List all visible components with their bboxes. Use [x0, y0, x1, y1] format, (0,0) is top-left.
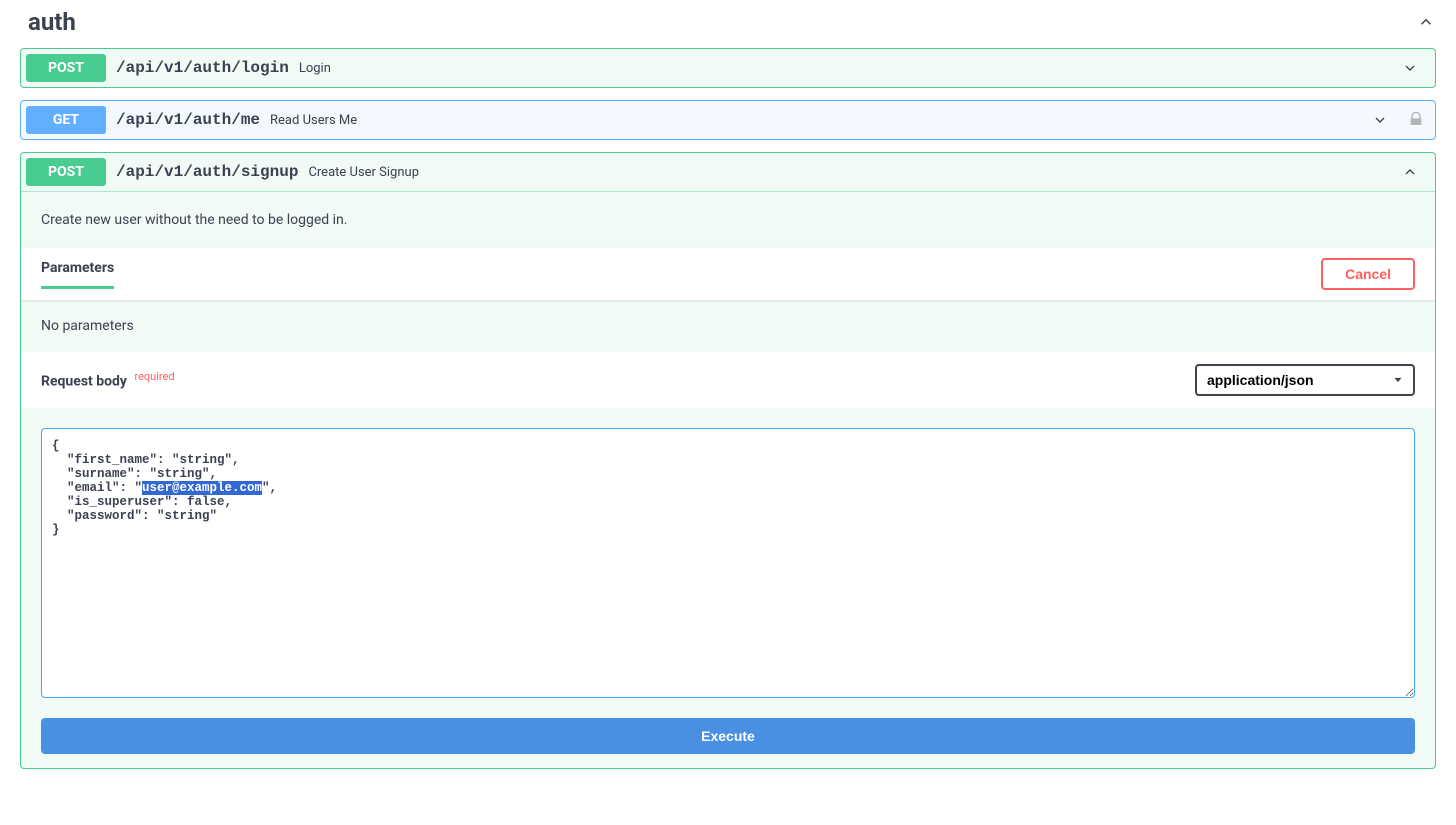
section-title: auth — [28, 8, 76, 36]
http-method-badge: POST — [26, 54, 106, 82]
endpoint-path: /api/v1/auth/signup — [106, 163, 308, 181]
endpoint-summary-text: Create User Signup — [308, 165, 419, 180]
parameters-header: Parameters Cancel — [21, 248, 1435, 300]
json-selected-text: user@example.com — [142, 481, 262, 495]
endpoint-path: /api/v1/auth/login — [106, 59, 299, 77]
execute-button[interactable]: Execute — [41, 718, 1415, 754]
endpoint-login: POST /api/v1/auth/login Login — [20, 48, 1436, 88]
chevron-up-icon — [1396, 158, 1424, 186]
request-body-label-wrap: Request body required — [41, 370, 175, 390]
required-badge: required — [134, 370, 174, 383]
endpoint-body-signup: Create new user without the need to be l… — [21, 191, 1435, 768]
cancel-button[interactable]: Cancel — [1321, 258, 1415, 290]
section-header-auth[interactable]: auth — [20, 0, 1436, 48]
endpoint-summary-login[interactable]: POST /api/v1/auth/login Login — [21, 49, 1435, 87]
parameters-tab[interactable]: Parameters — [41, 260, 114, 289]
endpoint-summary-text: Read Users Me — [270, 113, 357, 128]
request-body-editor-wrap: { "first_name": "string", "surname": "st… — [21, 408, 1435, 718]
endpoint-me: GET /api/v1/auth/me Read Users Me — [20, 100, 1436, 140]
endpoint-summary-signup[interactable]: POST /api/v1/auth/signup Create User Sig… — [21, 153, 1435, 191]
endpoint-summary-me[interactable]: GET /api/v1/auth/me Read Users Me — [21, 101, 1435, 139]
request-body-label: Request body — [41, 374, 127, 390]
content-type-select[interactable]: application/json — [1195, 364, 1415, 396]
no-parameters-text: No parameters — [21, 300, 1435, 352]
endpoint-signup: POST /api/v1/auth/signup Create User Sig… — [20, 152, 1436, 769]
lock-icon[interactable] — [1408, 111, 1426, 129]
chevron-down-icon — [1366, 106, 1394, 134]
request-body-header: Request body required application/json — [21, 352, 1435, 408]
endpoint-path: /api/v1/auth/me — [106, 111, 270, 129]
chevron-up-icon — [1416, 12, 1436, 32]
execute-wrap: Execute — [21, 718, 1435, 768]
http-method-badge: GET — [26, 106, 106, 134]
chevron-down-icon — [1396, 54, 1424, 82]
http-method-badge: POST — [26, 158, 106, 186]
endpoint-summary-text: Login — [299, 61, 331, 76]
endpoint-description: Create new user without the need to be l… — [21, 192, 1435, 248]
request-body-editor[interactable]: { "first_name": "string", "surname": "st… — [41, 428, 1415, 698]
